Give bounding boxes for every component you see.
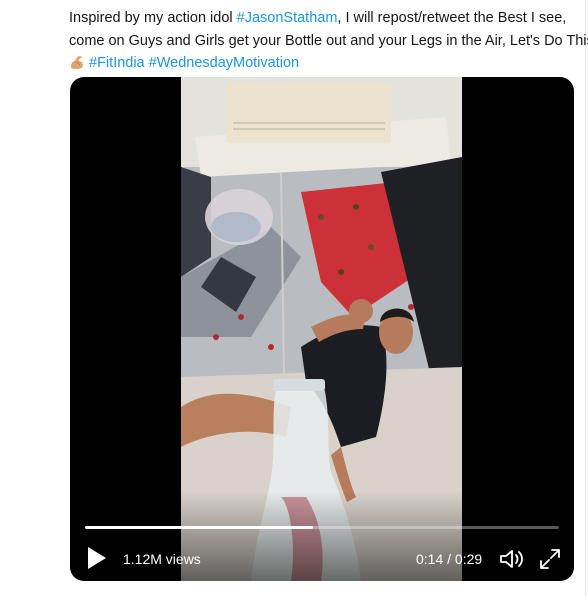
video-time: 0:14 / 0:29	[416, 551, 483, 567]
flexed-biceps-icon	[71, 56, 83, 69]
fullscreen-button[interactable]	[538, 547, 562, 571]
tweet-line-3: #FitIndia #WednesdayMotivation	[69, 52, 579, 75]
hashtag-jasonstatham-link[interactable]: #JasonStatham	[237, 10, 338, 26]
play-button[interactable]	[84, 545, 108, 571]
play-icon	[88, 547, 106, 569]
volume-button[interactable]	[498, 547, 526, 571]
tweet-line-2: come on Guys and Girls get your Bottle o…	[69, 32, 588, 49]
view-count: 1.12M views	[123, 551, 201, 567]
progress-bar[interactable]	[85, 526, 559, 529]
tweet-text-part: , I will repost/retweet the Best I see,	[337, 10, 567, 26]
video-player[interactable]: 1.12M views 0:14 / 0:29	[70, 77, 574, 581]
progress-bar-fill	[85, 526, 313, 529]
tweet-line-1: Inspired by my action idol #JasonStatham…	[69, 7, 579, 30]
tweet-text: Inspired by my action idol #JasonStatham…	[69, 7, 588, 75]
tweet-text-part: Inspired by my action idol	[69, 10, 237, 26]
fullscreen-icon	[540, 549, 560, 569]
right-border	[585, 0, 586, 596]
volume-icon	[500, 550, 523, 568]
hashtag-fitindia-link[interactable]: #FitIndia	[89, 55, 145, 71]
hashtag-wednesdaymotivation-link[interactable]: #WednesdayMotivation	[149, 55, 299, 71]
